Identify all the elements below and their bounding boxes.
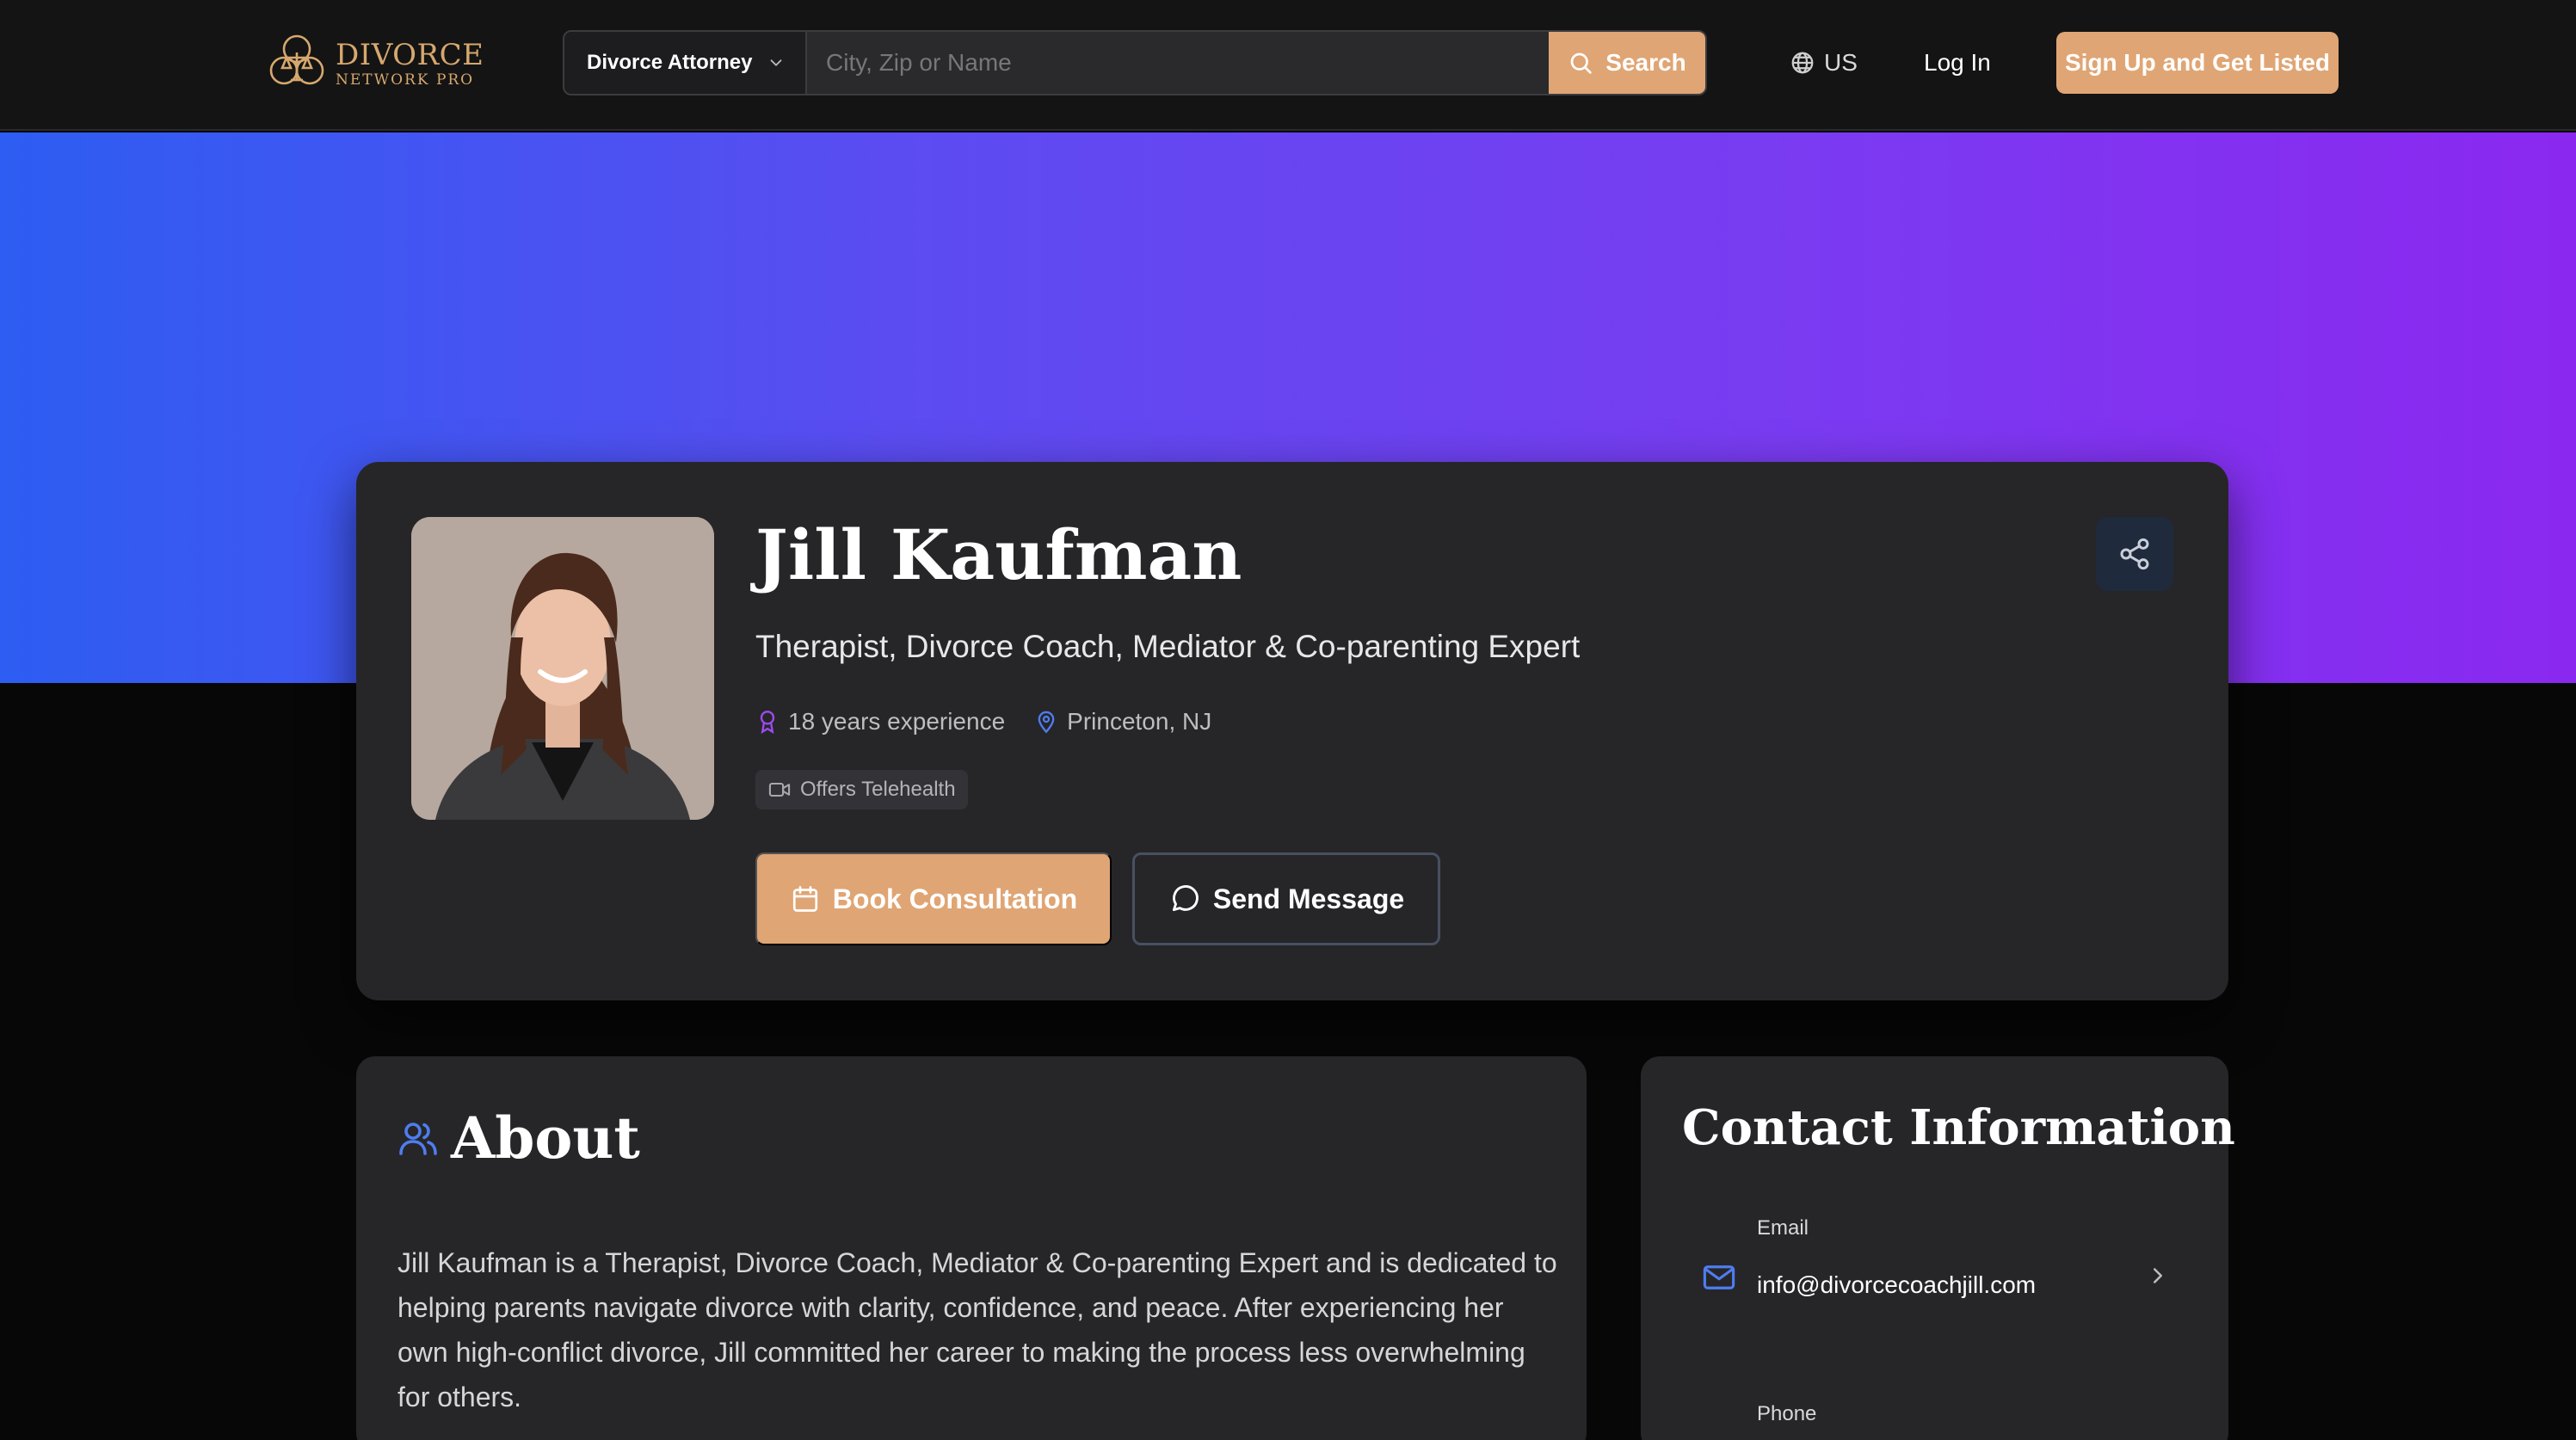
calendar-icon [792,886,817,912]
locale-selector[interactable]: US [1790,45,1858,81]
chevron-right-icon [2154,1268,2162,1283]
email-value: info@divorcecoachjill.com [1757,1271,2037,1298]
location-search-input[interactable] [807,32,1549,94]
logo-line-1: DIVORCE [336,37,484,72]
signup-button[interactable]: Sign Up and Get Listed [2056,32,2339,94]
profile-photo [411,517,714,820]
profile-photo-image [411,517,714,820]
share-button[interactable] [2096,517,2173,591]
location-text: Princeton, NJ [1067,708,1212,735]
award-icon [760,711,775,734]
users-icon [399,1123,437,1155]
message-bubble-icon [1172,885,1199,912]
logo-line-2: NETWORK PRO [336,71,475,89]
contact-phone-row[interactable]: Phone [1641,1402,2228,1440]
email-label: Email [1757,1216,1809,1240]
category-select-value: Divorce Attorney [587,51,753,74]
scales-of-justice-icon [269,34,324,85]
about-body: Jill Kaufman is a Therapist, Divorce Coa… [397,1247,1557,1412]
page-root: DIVORCE NETWORK PRO Divorce Attorney Sea… [0,0,2576,1440]
search-bar: Divorce Attorney Search [563,30,1707,95]
profile-title: Therapist, Divorce Coach, Mediator & Co-… [755,629,1581,664]
site-logo[interactable]: DIVORCE NETWORK PRO [263,29,484,98]
send-message-label: Send Message [1212,883,1405,914]
mail-icon [1703,1265,1735,1289]
globe-icon [1791,52,1814,74]
experience-meta: 18 years experience [755,708,1005,735]
profile-meta: 18 years experience Princeton, NJ [755,708,1241,735]
telehealth-text: Offers Telehealth [800,778,956,801]
login-link[interactable]: Log In [1924,45,1991,81]
logo-wordmark: DIVORCE NETWORK PRO [336,40,484,88]
phone-label: Phone [1757,1402,1817,1425]
top-navigation: DIVORCE NETWORK PRO Divorce Attorney Sea… [0,0,2576,131]
about-title: About [451,1105,640,1172]
map-pin-icon [1038,711,1055,734]
search-button-label: Search [1605,49,1686,76]
profile-name: Jill Kaufman [755,514,1242,595]
profile-card: Jill Kaufman Therapist, Divorce Coach, M… [356,462,2228,1000]
contact-title: Contact Information [1682,1099,2235,1156]
contact-email-row[interactable]: Email info@divorcecoachjill.com [1641,1216,2228,1320]
location-meta: Princeton, NJ [1034,708,1211,735]
telehealth-badge: Offers Telehealth [755,770,968,809]
search-icon [1570,52,1592,74]
book-consultation-label: Book Consultation [832,883,1078,914]
chevron-down-icon [770,59,781,66]
book-consultation-button[interactable]: Book Consultation [755,852,1112,945]
share-icon [2120,538,2149,570]
locale-label: US [1824,49,1858,76]
about-card: About Jill Kaufman is a Therapist, Divor… [356,1056,1587,1440]
about-header: About [397,1105,640,1172]
category-select[interactable]: Divorce Attorney [564,32,807,94]
search-button[interactable]: Search [1549,32,1705,94]
video-icon [768,782,791,797]
contact-card: Contact Information Email info@divorceco… [1641,1056,2235,1440]
experience-text: 18 years experience [788,708,1006,735]
send-message-button[interactable]: Send Message [1132,852,1440,945]
